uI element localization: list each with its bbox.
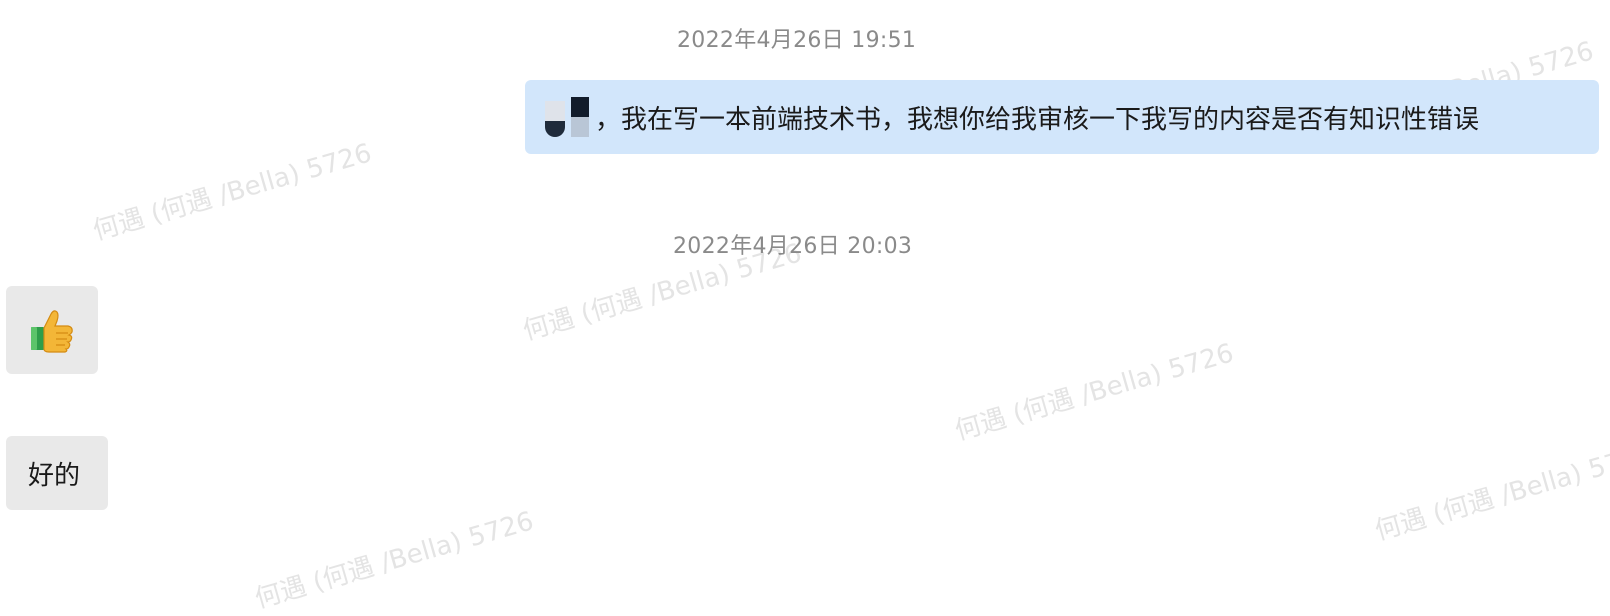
watermark: 何遇 (何遇 /Bella) 5726 (1371, 438, 1610, 547)
incoming-emoji-bubble[interactable] (6, 286, 98, 374)
message-timestamp: 2022年4月26日 20:03 (673, 234, 913, 259)
thumbs-up-icon (29, 307, 75, 353)
incoming-message-bubble[interactable]: 好的 (6, 436, 108, 510)
message-text: ，我在写一本前端技术书，我想你给我审核一下我写的内容是否有知识性错误 (595, 104, 1480, 135)
outgoing-message-bubble[interactable]: ，我在写一本前端技术书，我想你给我审核一下我写的内容是否有知识性错误 (525, 80, 1599, 154)
message-timestamp: 2022年4月26日 19:51 (677, 28, 917, 53)
watermark: 何遇 (何遇 /Bella) 5726 (251, 506, 537, 615)
redacted-name (545, 97, 589, 137)
watermark: 何遇 (何遇 /Bella) 5726 (89, 138, 375, 247)
message-text: 好的 (28, 460, 81, 491)
watermark: 何遇 (何遇 /Bella) 5726 (951, 338, 1237, 447)
chat-history: 何遇 (何遇 /Bella) 5726 何遇 (何遇 /Bella) 5726 … (0, 0, 1610, 615)
